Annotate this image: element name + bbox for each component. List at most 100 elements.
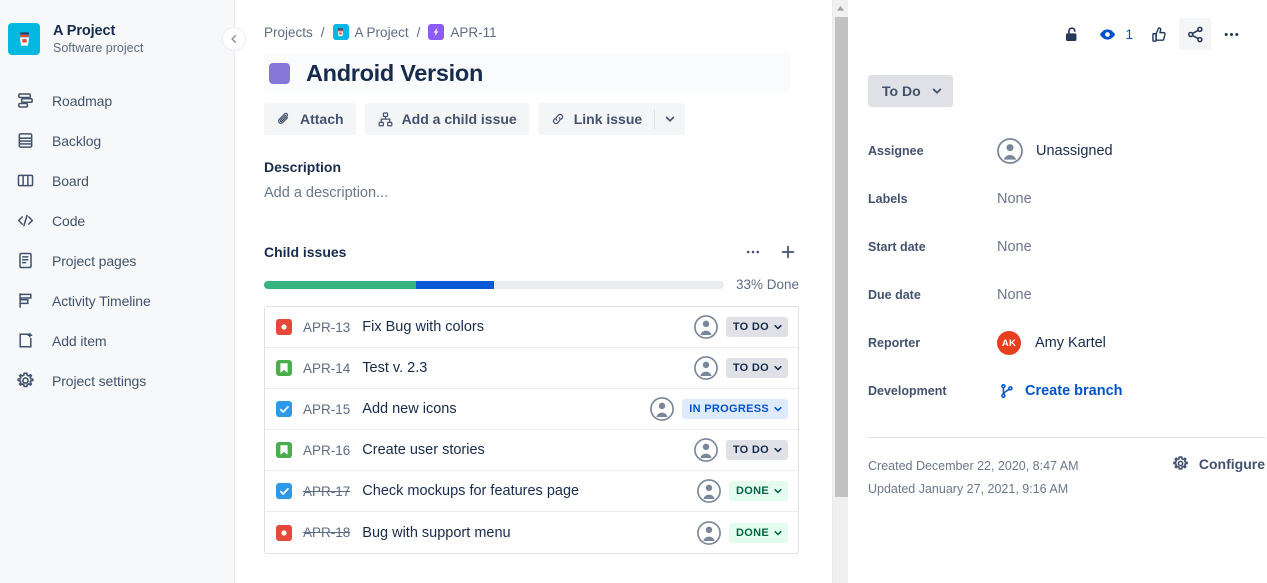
field-label: Due date: [868, 288, 921, 302]
ellipsis-icon[interactable]: [1215, 18, 1247, 50]
field-value[interactable]: None: [997, 191, 1032, 207]
issue-summary[interactable]: Fix Bug with colors: [362, 319, 694, 335]
unlock-icon[interactable]: [1055, 18, 1087, 50]
updated-timestamp: Updated January 27, 2021, 9:16 AM: [868, 482, 1069, 497]
field-start-date: Start date None: [868, 223, 1247, 271]
description-heading: Description: [264, 159, 342, 175]
unassigned-avatar-icon[interactable]: [697, 520, 721, 545]
unassigned-avatar-icon: [997, 138, 1023, 164]
table-row[interactable]: APR-17 Check mockups for features page DON…: [265, 471, 798, 512]
progress-label: 33% Done: [735, 277, 799, 292]
status-badge[interactable]: TO DO: [725, 317, 788, 337]
main-scrollbar[interactable]: [832, 0, 848, 583]
issue-title-row[interactable]: Android Version: [264, 54, 791, 92]
status-badge[interactable]: DONE: [729, 481, 788, 501]
bug-icon: [276, 319, 292, 335]
issue-summary[interactable]: Add new icons: [362, 401, 650, 417]
thumbs-up-icon[interactable]: [1143, 18, 1175, 50]
attach-button[interactable]: Attach: [264, 103, 356, 135]
status-dropdown[interactable]: To Do: [868, 75, 953, 107]
field-value: Create branch: [997, 383, 1123, 399]
sidebar-item-roadmap[interactable]: Roadmap: [0, 81, 234, 121]
backlog-icon: [10, 131, 40, 150]
sidebar-item-project-pages[interactable]: Project pages: [0, 241, 234, 281]
code-icon: [10, 211, 40, 230]
gear-icon: [1172, 455, 1189, 472]
status-badge[interactable]: IN PROGRESS: [682, 399, 788, 419]
field-value[interactable]: Unassigned: [997, 138, 1113, 164]
sidebar-item-board[interactable]: Board: [0, 161, 234, 201]
field-value[interactable]: None: [997, 239, 1032, 255]
caret-up-icon[interactable]: [833, 0, 848, 17]
project-name: A Project: [53, 23, 116, 39]
watch-button[interactable]: 1: [1091, 18, 1139, 50]
sidebar-item-activity-timeline[interactable]: Activity Timeline: [0, 281, 234, 321]
unassigned-avatar-icon[interactable]: [693, 438, 718, 462]
create-branch-link[interactable]: Create branch: [1025, 383, 1123, 399]
eye-icon: [1091, 18, 1123, 50]
sidebar-item-label: Roadmap: [52, 92, 113, 109]
assignee-name: Unassigned: [1036, 143, 1113, 159]
breadcrumb-project[interactable]: A Project: [355, 25, 409, 40]
unassigned-avatar-icon[interactable]: [693, 356, 718, 380]
issue-key[interactable]: APR-14: [303, 361, 350, 376]
project-header[interactable]: A Project Software project: [0, 22, 234, 57]
sidebar-item-project-settings[interactable]: Project settings: [0, 361, 234, 401]
scrollbar-thumb[interactable]: [835, 17, 848, 497]
breadcrumb: Projects / A Project / APR-11: [264, 22, 835, 42]
ellipsis-icon[interactable]: [742, 241, 764, 263]
field-label: Start date: [868, 240, 926, 254]
chevron-down-icon: [773, 404, 783, 414]
table-row[interactable]: APR-16 Create user stories TO DO: [265, 430, 798, 471]
unassigned-avatar-icon[interactable]: [650, 397, 675, 421]
field-value[interactable]: None: [997, 287, 1032, 303]
breadcrumb-projects[interactable]: Projects: [264, 25, 313, 40]
issue-key[interactable]: APR-13: [303, 320, 350, 335]
chevron-down-icon[interactable]: [655, 103, 685, 135]
configure-button[interactable]: Configure: [1162, 455, 1265, 472]
issue-summary[interactable]: Check mockups for features page: [362, 483, 697, 499]
unassigned-avatar-icon[interactable]: [697, 479, 721, 503]
link-issue-button[interactable]: Link issue: [538, 103, 654, 135]
child-issue-icon: [377, 111, 394, 128]
pages-icon: [10, 251, 40, 270]
child-issues-progress-row: 33% Done: [264, 277, 799, 292]
project-subtitle: Software project: [53, 41, 144, 56]
sidebar-item-label: Project pages: [52, 252, 137, 269]
description-placeholder[interactable]: Add a description...: [264, 185, 835, 201]
table-row[interactable]: APR-13 Fix Bug with colors TO DO: [265, 307, 798, 348]
unassigned-avatar-icon[interactable]: [693, 315, 718, 339]
sidebar-collapse-button[interactable]: [222, 27, 246, 51]
sidebar-item-backlog[interactable]: Backlog: [0, 121, 234, 161]
field-label: Assignee: [868, 144, 924, 158]
share-icon[interactable]: [1179, 18, 1211, 50]
issue-key[interactable]: APR-16: [303, 443, 350, 458]
issue-footer: Created December 22, 2020, 8:47 AM Updat…: [868, 455, 1265, 501]
issue-summary[interactable]: Bug with support menu: [362, 525, 697, 541]
roadmap-icon: [10, 91, 40, 110]
sidebar-item-label: Board: [52, 172, 89, 189]
attach-label: Attach: [300, 111, 344, 127]
table-row[interactable]: APR-14 Test v. 2.3 TO DO: [265, 348, 798, 389]
field-value[interactable]: AK Amy Kartel: [997, 331, 1106, 355]
main-content: Projects / A Project / APR-11 Android Ve…: [235, 0, 848, 583]
issue-summary[interactable]: Test v. 2.3: [362, 360, 694, 376]
sidebar-item-code[interactable]: Code: [0, 201, 234, 241]
sidebar-item-add-item[interactable]: Add item: [0, 321, 234, 361]
chevron-down-icon: [773, 445, 783, 455]
status-badge[interactable]: DONE: [729, 522, 788, 543]
table-row[interactable]: APR-18 Bug with support menu DONE: [265, 512, 798, 553]
breadcrumb-issue-key[interactable]: APR-11: [450, 25, 496, 40]
table-row[interactable]: APR-15 Add new icons IN PROGRESS: [265, 389, 798, 430]
status-badge[interactable]: TO DO: [725, 440, 788, 460]
paperclip-icon: [276, 111, 292, 127]
add-child-issue-button[interactable]: Add a child issue: [364, 103, 529, 135]
issue-key[interactable]: APR-15: [303, 402, 350, 417]
plus-icon[interactable]: [777, 241, 799, 263]
issue-key[interactable]: APR-18: [303, 525, 350, 540]
breadcrumb-separator: /: [416, 24, 421, 40]
issue-summary[interactable]: Create user stories: [362, 442, 694, 458]
issue-key[interactable]: APR-17: [303, 484, 350, 499]
status-badge[interactable]: TO DO: [725, 358, 788, 378]
breadcrumb-separator: /: [320, 24, 325, 40]
